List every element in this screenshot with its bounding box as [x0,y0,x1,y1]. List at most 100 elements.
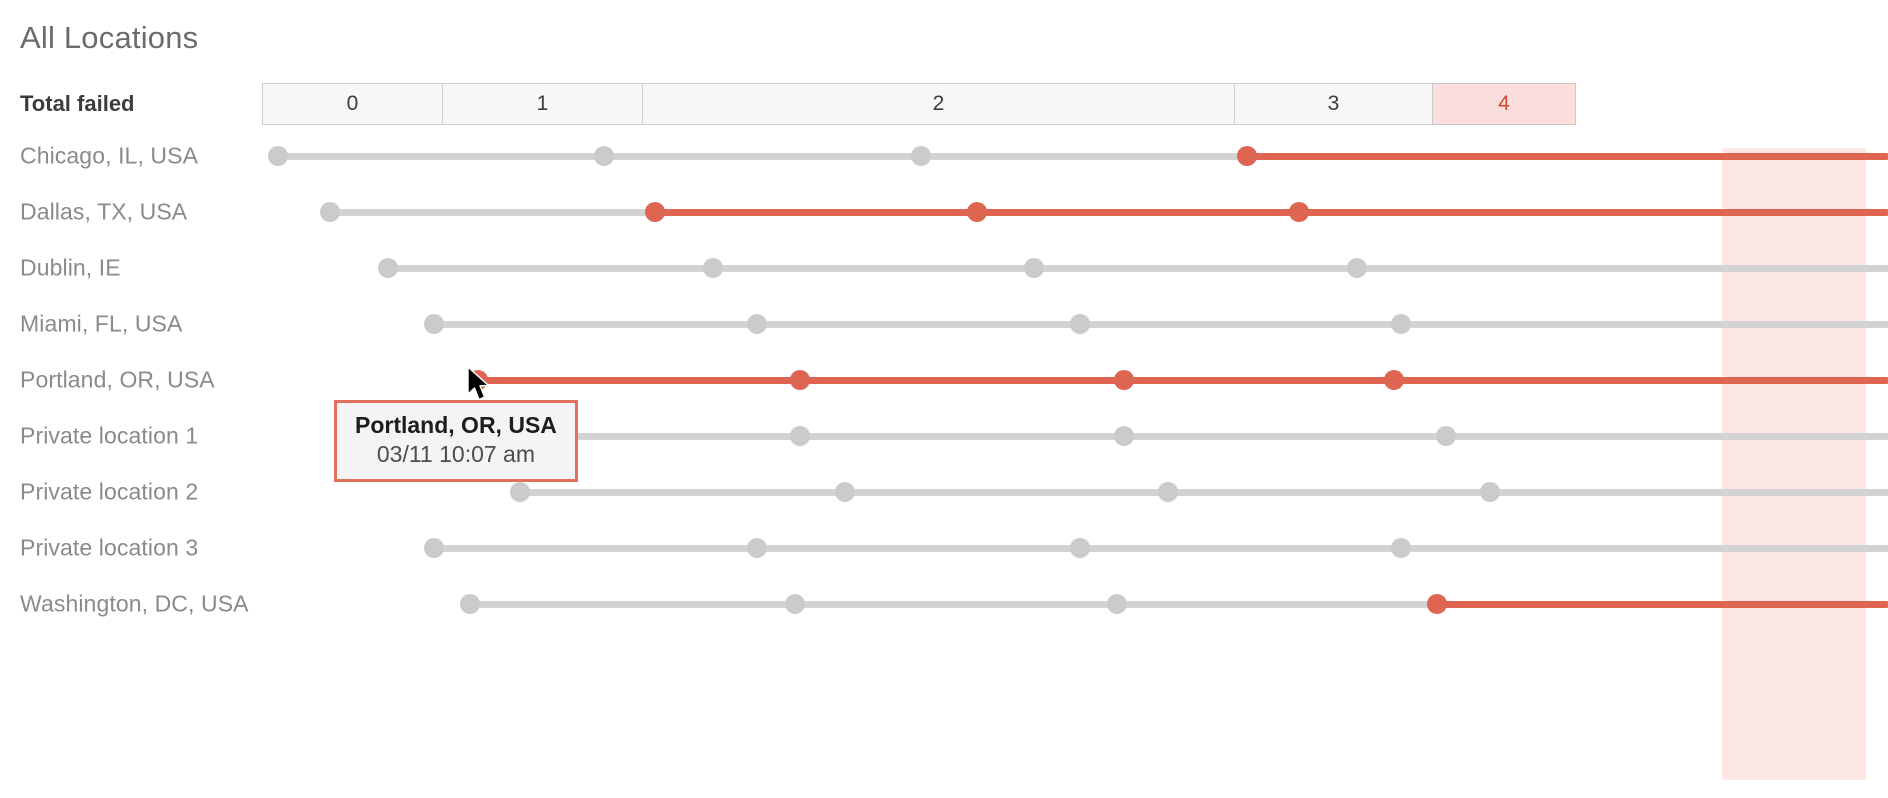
location-row-segments [0,408,1888,464]
timeline-segment [478,376,800,384]
location-row-segments [0,128,1888,184]
timeline-check-dot[interactable] [747,314,767,334]
timeline-check-dot[interactable] [967,202,987,222]
bucket-cell-2[interactable]: 2 [642,83,1234,125]
timeline-segment [1124,376,1394,384]
location-row[interactable]: Dublin, IE [0,240,1888,296]
timeline-segment [800,432,1124,440]
timeline-segment [1357,264,1888,272]
timeline-segment [655,208,977,216]
timeline-check-dot[interactable] [1391,314,1411,334]
timeline-segment [434,544,757,552]
timeline-check-dot[interactable] [790,370,810,390]
location-row[interactable]: Private location 2 [0,464,1888,520]
timeline-segment [1394,376,1888,384]
timeline-check-dot[interactable] [1384,370,1404,390]
tooltip-title: Portland, OR, USA [355,412,557,438]
timeline-segment [1124,432,1446,440]
timeline-check-dot[interactable] [1070,538,1090,558]
timeline-check-dot[interactable] [1347,258,1367,278]
location-row-segments [0,464,1888,520]
timeline-check-dot[interactable] [424,538,444,558]
timeline-check-dot[interactable] [1436,426,1456,446]
location-row-segments [0,520,1888,576]
timeline-check-dot[interactable] [1427,594,1447,614]
timeline-segment [713,264,1034,272]
timeline-check-dot[interactable] [1114,426,1134,446]
timeline-segment [845,488,1168,496]
bucket-cell-1[interactable]: 1 [442,83,642,125]
timeline-check-dot[interactable] [835,482,855,502]
timeline-check-dot[interactable] [378,258,398,278]
location-row[interactable]: Miami, FL, USA [0,296,1888,352]
timeline-check-dot[interactable] [703,258,723,278]
bucket-cell-4[interactable]: 4 [1432,83,1576,125]
location-row-segments [0,296,1888,352]
location-row-segments [0,576,1888,632]
timeline-segment [1401,544,1888,552]
timeline-segment [1117,600,1437,608]
timeline-segment [795,600,1117,608]
location-row-segments [0,352,1888,408]
timeline-check-dot[interactable] [1107,594,1127,614]
page-title: All Locations [20,20,199,55]
timeline-check-dot[interactable] [424,314,444,334]
timeline-segment [1168,488,1490,496]
timeline-check-dot[interactable] [594,146,614,166]
timeline-segment [800,376,1124,384]
timeline-segment [1299,208,1888,216]
timeline-check-dot[interactable] [911,146,931,166]
timeline-segment [330,208,655,216]
timeline-check-dot[interactable] [320,202,340,222]
timeline-segment [520,488,845,496]
location-row-segments [0,184,1888,240]
timeline-segment [388,264,713,272]
location-row-segments [0,240,1888,296]
timeline-segment [757,544,1080,552]
timeline-segment [1437,600,1888,608]
total-failed-label: Total failed [20,91,135,116]
timeline-segment [1490,488,1888,496]
timeline-check-dot[interactable] [510,482,530,502]
location-row[interactable]: Chicago, IL, USA [0,128,1888,184]
bucket-cell-label: 1 [536,92,549,115]
bucket-cell-label: 3 [1327,92,1340,115]
location-row[interactable]: Private location 3 [0,520,1888,576]
location-row[interactable]: Private location 1 [0,408,1888,464]
timeline-segment [434,320,757,328]
timeline-check-dot[interactable] [1289,202,1309,222]
timeline-segment [1080,320,1401,328]
timeline-check-dot[interactable] [1070,314,1090,334]
timeline-segment [757,320,1080,328]
timeline-check-dot[interactable] [1237,146,1257,166]
location-row[interactable]: Portland, OR, USA [0,352,1888,408]
bucket-cell-0[interactable]: 0 [262,83,442,125]
timeline-check-dot[interactable] [1114,370,1134,390]
bucket-track: 0 1 2 3 4 [262,83,1576,125]
timeline-check-dot[interactable] [785,594,805,614]
bucket-cell-3[interactable]: 3 [1234,83,1432,125]
timeline-segment [1446,432,1888,440]
timeline-check-dot[interactable] [1158,482,1178,502]
timeline-segment [1247,152,1888,160]
timeline-check-dot[interactable] [1480,482,1500,502]
timeline-segment [278,152,604,160]
tooltip-timestamp: 03/11 10:07 am [376,440,536,467]
timeline-check-dot[interactable] [268,146,288,166]
timeline-segment [921,152,1247,160]
location-tooltip: Portland, OR, USA 03/11 10:07 am [334,400,578,482]
timeline-check-dot[interactable] [790,426,810,446]
timeline-check-dot[interactable] [468,370,488,390]
timeline-check-dot[interactable] [1024,258,1044,278]
bucket-cell-label: 0 [346,92,359,115]
timeline-segment [1034,264,1357,272]
timeline-check-dot[interactable] [460,594,480,614]
location-row[interactable]: Washington, DC, USA [0,576,1888,632]
all-locations-timeline-widget: All Locations Total failed 0 1 2 3 4 Chicago… [0,0,1888,798]
timeline-segment [977,208,1299,216]
timeline-check-dot[interactable] [747,538,767,558]
timeline-segment [604,152,921,160]
timeline-check-dot[interactable] [645,202,665,222]
location-row[interactable]: Dallas, TX, USA [0,184,1888,240]
timeline-check-dot[interactable] [1391,538,1411,558]
